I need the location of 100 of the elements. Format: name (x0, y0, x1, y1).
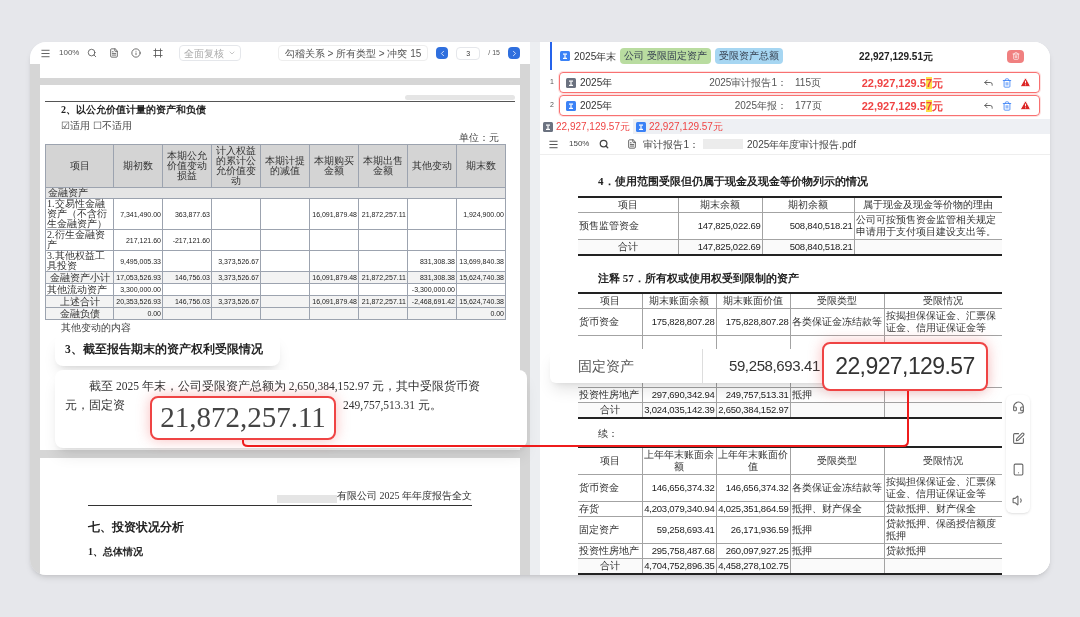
table-cell: 146,656,374.32 (651, 482, 715, 493)
table-cell: 抵押、财产保全 (791, 503, 862, 514)
page-header-text: 有限公司 2025 年年度报告全文 (337, 489, 472, 503)
menu-icon[interactable] (40, 47, 51, 59)
table-cell: 297,690,342.94 (651, 389, 715, 400)
table-cell: 贷款抵押、保函授信额度抵押 (885, 518, 996, 541)
callout-text: 249,757,513.31 元。 (343, 398, 442, 414)
document-badge-icon (543, 121, 553, 132)
reply-icon[interactable] (983, 77, 994, 88)
table-cell: 上述合计 (59, 295, 100, 307)
table-cell: 260,097,927.25 (725, 545, 789, 556)
callout-text: 元，固定资 (65, 398, 125, 414)
table-cell: 4,203,079,340.94 (644, 503, 715, 514)
column-header: 项目 (578, 293, 642, 309)
table-cell: 抵押 (791, 389, 812, 400)
search-icon[interactable] (599, 139, 610, 149)
match-page: 115页 (795, 76, 822, 90)
trash-icon (1011, 52, 1020, 60)
document-badge-icon (635, 121, 646, 132)
table-cell: 合计 (617, 241, 638, 252)
chevron-down-icon (228, 49, 237, 57)
table-cell: 其他流动资产 (47, 283, 107, 295)
table-cell: 147,825,022.69 (697, 241, 761, 252)
table-cell: 金融负债 (59, 307, 100, 319)
previous-page-button[interactable] (436, 47, 449, 59)
column-header: 项目 (578, 447, 642, 475)
highlight-value: 21,872,257.11 (150, 396, 336, 440)
table-cell: 合计 (599, 560, 620, 571)
speaker-icon[interactable] (1011, 494, 1025, 507)
document-icon[interactable] (109, 48, 120, 58)
column-header: 本期公允价值变动损益 (162, 144, 212, 188)
note-text: 其他变动的内容 (61, 322, 132, 334)
column-header: 期末账面价值 (716, 293, 790, 309)
file-label: 审计报告1： (643, 137, 700, 152)
table-cell: 投资性房地产 (579, 545, 639, 556)
table-cell: 各类保证金冻结款等 (791, 316, 882, 327)
callout-title: 3、截至报告期末的资产权利受限情况 (65, 341, 263, 358)
column-header: 项目 (45, 144, 114, 188)
delete-icon[interactable] (1002, 100, 1012, 111)
match-page: 177页 (795, 99, 823, 113)
table-cell: 175,828,807.28 (651, 316, 715, 327)
table-cell: 4,704,752,896.35 (644, 560, 715, 571)
match-year: 2025年 (580, 76, 613, 90)
table-cell: 按揭担保保证金、汇票保证金、信用证保证金等 (885, 476, 996, 499)
section-title: 2、以公允价值计量的资产和负债 (61, 104, 207, 116)
next-page-button[interactable] (508, 47, 520, 59)
zoom-level: 150% (569, 138, 590, 150)
table-cell: 抵押 (791, 524, 812, 535)
edit-icon[interactable] (1011, 432, 1025, 445)
table-cell: 货币资金 (579, 482, 619, 493)
table-cell: 295,758,487.68 (651, 545, 715, 556)
column-header: 属于现金及现金等价物的理由 (854, 197, 1002, 213)
table-cell: 508,840,518.21 (789, 220, 853, 231)
table-cell: 4,025,351,864.59 (718, 503, 789, 514)
table-cell: 预售监管资金 (579, 220, 639, 231)
info-icon[interactable] (131, 48, 142, 58)
match-year: 2025年 (580, 99, 613, 113)
match-source: 2025年报： (734, 99, 787, 113)
filter-path: 勾稽关系 > 所有类型 > 冲突 15 (277, 45, 429, 61)
callout-value: 59,258,693.41 (702, 349, 820, 383)
headset-icon[interactable] (1011, 401, 1025, 414)
table-cell: 金融资产小计 (49, 271, 110, 283)
document-badge-icon (566, 77, 576, 88)
column-header: 期初数 (113, 144, 163, 188)
summary-row[interactable]: 2025年末 公司 受限固定资产 受限资产总额 22,927,129.51元 (550, 42, 1040, 70)
table-cell: 货币资金 (579, 316, 619, 327)
column-header: 上年年末账面价值 (716, 447, 790, 475)
delete-icon[interactable] (1002, 77, 1012, 88)
column-header: 本期购买金额 (309, 144, 359, 188)
table-cell: 26,171,936.59 (730, 524, 789, 535)
tablet-icon[interactable] (1011, 463, 1025, 476)
document-badge-icon (560, 51, 570, 61)
reply-icon[interactable] (983, 100, 994, 111)
table-cell: 146,656,374.32 (725, 482, 789, 493)
value-tab[interactable]: 22,927,129.57元 (540, 119, 633, 134)
highlight-value: 22,927,129.57 (822, 342, 988, 391)
table-cell: 147,825,022.69 (697, 220, 761, 231)
summary-year: 2025年末 (574, 49, 617, 64)
column-header: 受限情况 (884, 447, 1002, 475)
table-cell: 公司可按预售资金监管相关规定申请用于支付项目建设支出等。 (855, 214, 996, 237)
document-icon[interactable] (627, 139, 638, 149)
table-cell: 2,650,384,152.97 (718, 404, 789, 415)
column-header: 受限情况 (884, 293, 1002, 309)
tag: 公司 受限固定资产 (620, 48, 712, 64)
callout-label: 固定资产 (577, 356, 635, 376)
delete-button[interactable] (1007, 49, 1024, 63)
search-icon[interactable] (87, 48, 98, 58)
subheading: 1、总体情况 (88, 545, 144, 559)
menu-icon[interactable] (548, 138, 559, 150)
column-header: 受限类型 (790, 447, 884, 475)
blurred-header (277, 495, 337, 503)
chapter-heading: 七、投资状况分析 (88, 519, 185, 536)
table-cell: 3.其他权益工具投资 (47, 250, 105, 271)
table-cell: 各类保证金冻结款等 (791, 482, 882, 493)
unit-label: 单位：元 (459, 132, 499, 144)
table-cell: 2.衍生金融资产 (47, 229, 105, 250)
callout-text: 截至 2025 年末，公司受限资产总额为 2,650,384,152.97 元，其中受限货币资 (88, 379, 481, 394)
section-title: 注释 57．所有权或使用权受到限制的资产 (598, 271, 799, 286)
warning-icon (1020, 100, 1031, 111)
table-cell: 金融资产 (48, 187, 88, 198)
